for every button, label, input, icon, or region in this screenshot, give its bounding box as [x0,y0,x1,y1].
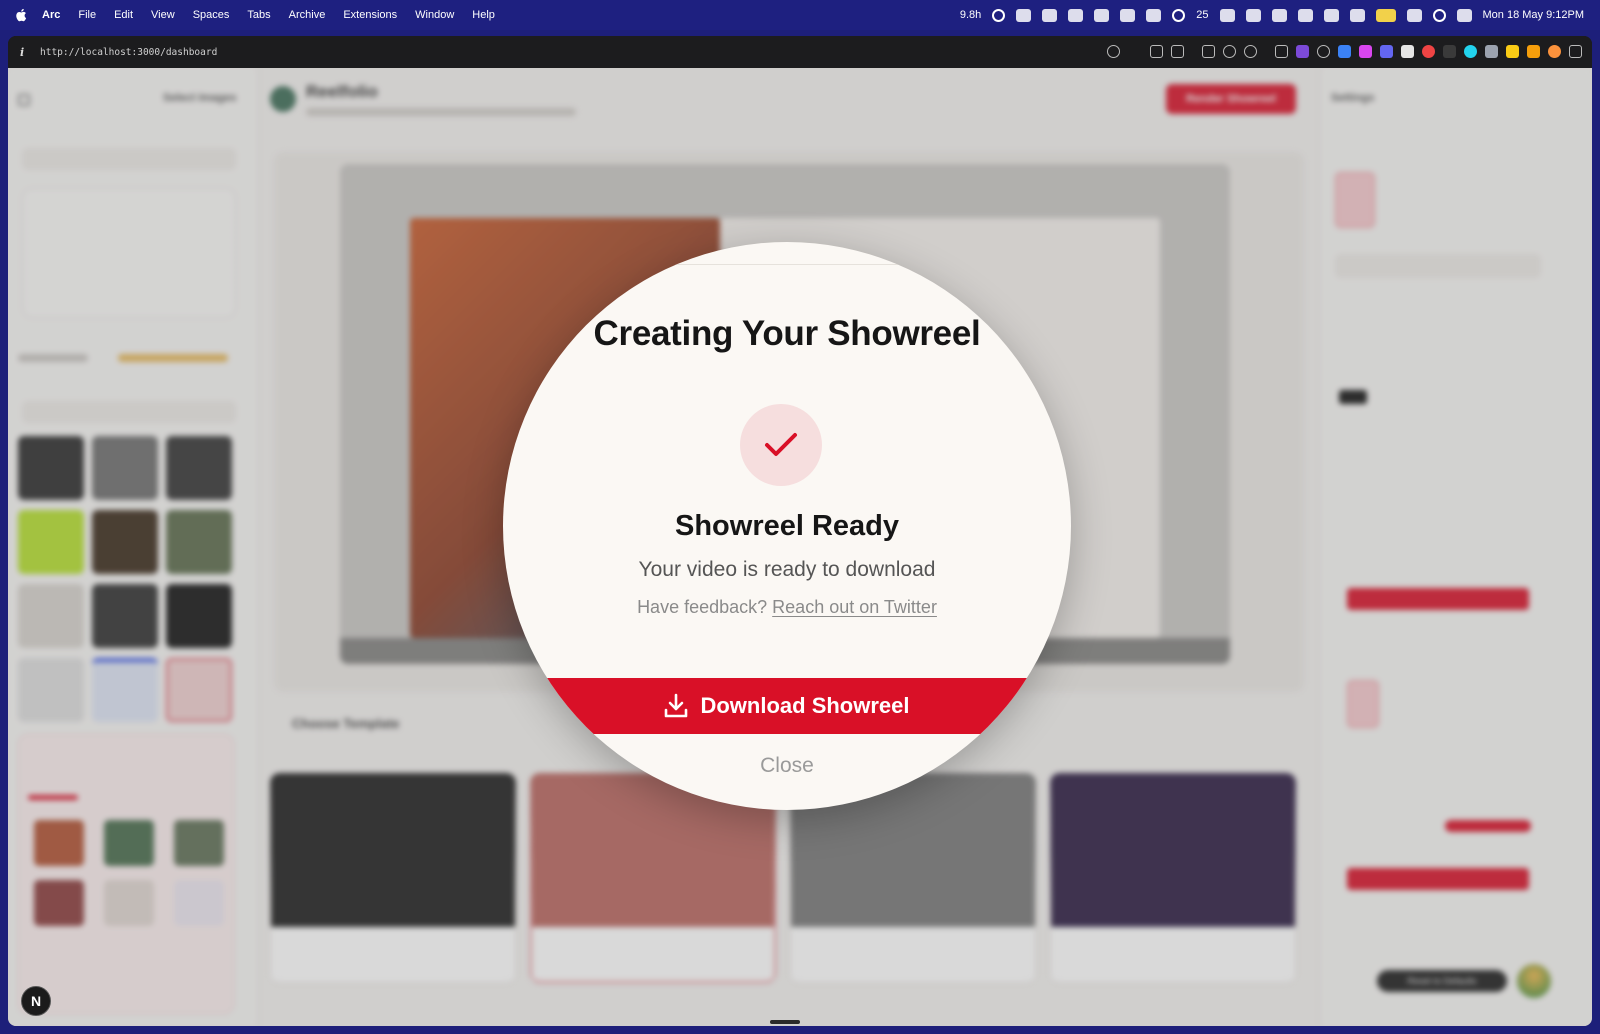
search-icon[interactable] [1432,8,1446,22]
cube-icon[interactable] [1016,8,1032,22]
menu-archive[interactable]: Archive [280,9,335,21]
twitter-link[interactable]: Reach out on Twitter [772,597,937,617]
close-button[interactable]: Close [503,754,1071,778]
menu-view[interactable]: View [142,9,184,21]
showreel-modal: Creating Your Showreel Showreel Ready Yo… [503,242,1071,810]
keyboard-icon[interactable] [1323,8,1339,22]
menu-window[interactable]: Window [406,9,463,21]
status-subtitle: Your video is ready to download [638,558,936,581]
extension-orange-icon[interactable] [1548,45,1561,58]
checkmark-icon [765,433,797,456]
shield-icon[interactable] [1485,45,1498,58]
tray-timer[interactable]: 9.8h [960,9,981,21]
extension-blue-icon[interactable] [1338,45,1351,58]
extension-k-icon[interactable] [1443,45,1456,58]
extension-indigo-icon[interactable] [1380,45,1393,58]
menu-edit[interactable]: Edit [105,9,142,21]
text-input-icon[interactable] [1349,8,1365,22]
s-icon[interactable] [1146,8,1162,22]
tray-count: 25 [1196,9,1209,21]
menu-extensions[interactable]: Extensions [334,9,406,21]
wifi-icon[interactable] [1406,8,1422,22]
toolbar [1107,45,1582,58]
menu-spaces[interactable]: Spaces [184,9,239,21]
modal-divider [663,264,913,265]
sidebar-toggle-icon[interactable] [1569,45,1582,58]
notion-icon[interactable] [1271,8,1287,22]
modal-title: Creating Your Showreel [593,314,981,353]
status-title: Showreel Ready [674,510,900,542]
github-icon[interactable] [1172,8,1186,22]
extension-feather-icon[interactable] [1527,45,1540,58]
window-icon[interactable] [1202,45,1215,58]
record-icon[interactable] [992,8,1006,22]
arc-icon[interactable] [1042,8,1058,22]
code-icon[interactable] [1275,45,1288,58]
menu-help[interactable]: Help [463,9,504,21]
menu-app-name[interactable]: Arc [42,9,69,21]
bulb-icon[interactable] [1094,8,1110,22]
url-text[interactable]: http://localhost:3000/dashboard [40,47,217,58]
success-badge [740,404,822,486]
b-icon[interactable] [1219,8,1235,22]
extension-yellow-icon[interactable] [1506,45,1519,58]
menu-tabs[interactable]: Tabs [238,9,279,21]
menu-file[interactable]: File [69,9,105,21]
extension-red-icon[interactable] [1422,45,1435,58]
user-badge[interactable]: N [21,986,51,1016]
feedback-line: Have feedback? Reach out on Twitter [503,597,1071,618]
crosshair-icon[interactable] [1244,45,1257,58]
download-label: Download Showreel [700,693,910,718]
address-bar: i http://localhost:3000/dashboard [8,36,1592,68]
extension-purple-icon[interactable] [1296,45,1309,58]
camera-icon[interactable] [1171,45,1184,58]
macos-menu-bar: Arc File Edit View Spaces Tabs Archive E… [0,0,1600,30]
stats-icon[interactable] [1120,8,1136,22]
control-center-icon[interactable] [1456,8,1472,22]
scroll-indicator [770,1020,800,1024]
info-icon[interactable]: i [20,46,34,59]
extension-ring-icon[interactable] [1464,45,1477,58]
feedback-prefix: Have feedback? [637,597,768,617]
extension-gift-icon[interactable] [1401,45,1414,58]
globe-icon[interactable] [1223,45,1236,58]
grid-icon[interactable] [1297,8,1313,22]
battery-icon[interactable] [1375,8,1396,22]
clock[interactable]: Mon 18 May 9:12PM [1483,9,1585,21]
link-icon[interactable] [1107,45,1120,58]
screen-icon[interactable] [1245,8,1261,22]
compass-icon[interactable] [1317,45,1330,58]
capture-icon[interactable] [1150,45,1163,58]
download-showreel-button[interactable]: Download Showreel [503,678,1071,734]
bolt-icon[interactable] [1068,8,1084,22]
extension-pink-icon[interactable] [1359,45,1372,58]
apple-icon[interactable] [14,7,28,23]
download-icon [665,693,688,718]
